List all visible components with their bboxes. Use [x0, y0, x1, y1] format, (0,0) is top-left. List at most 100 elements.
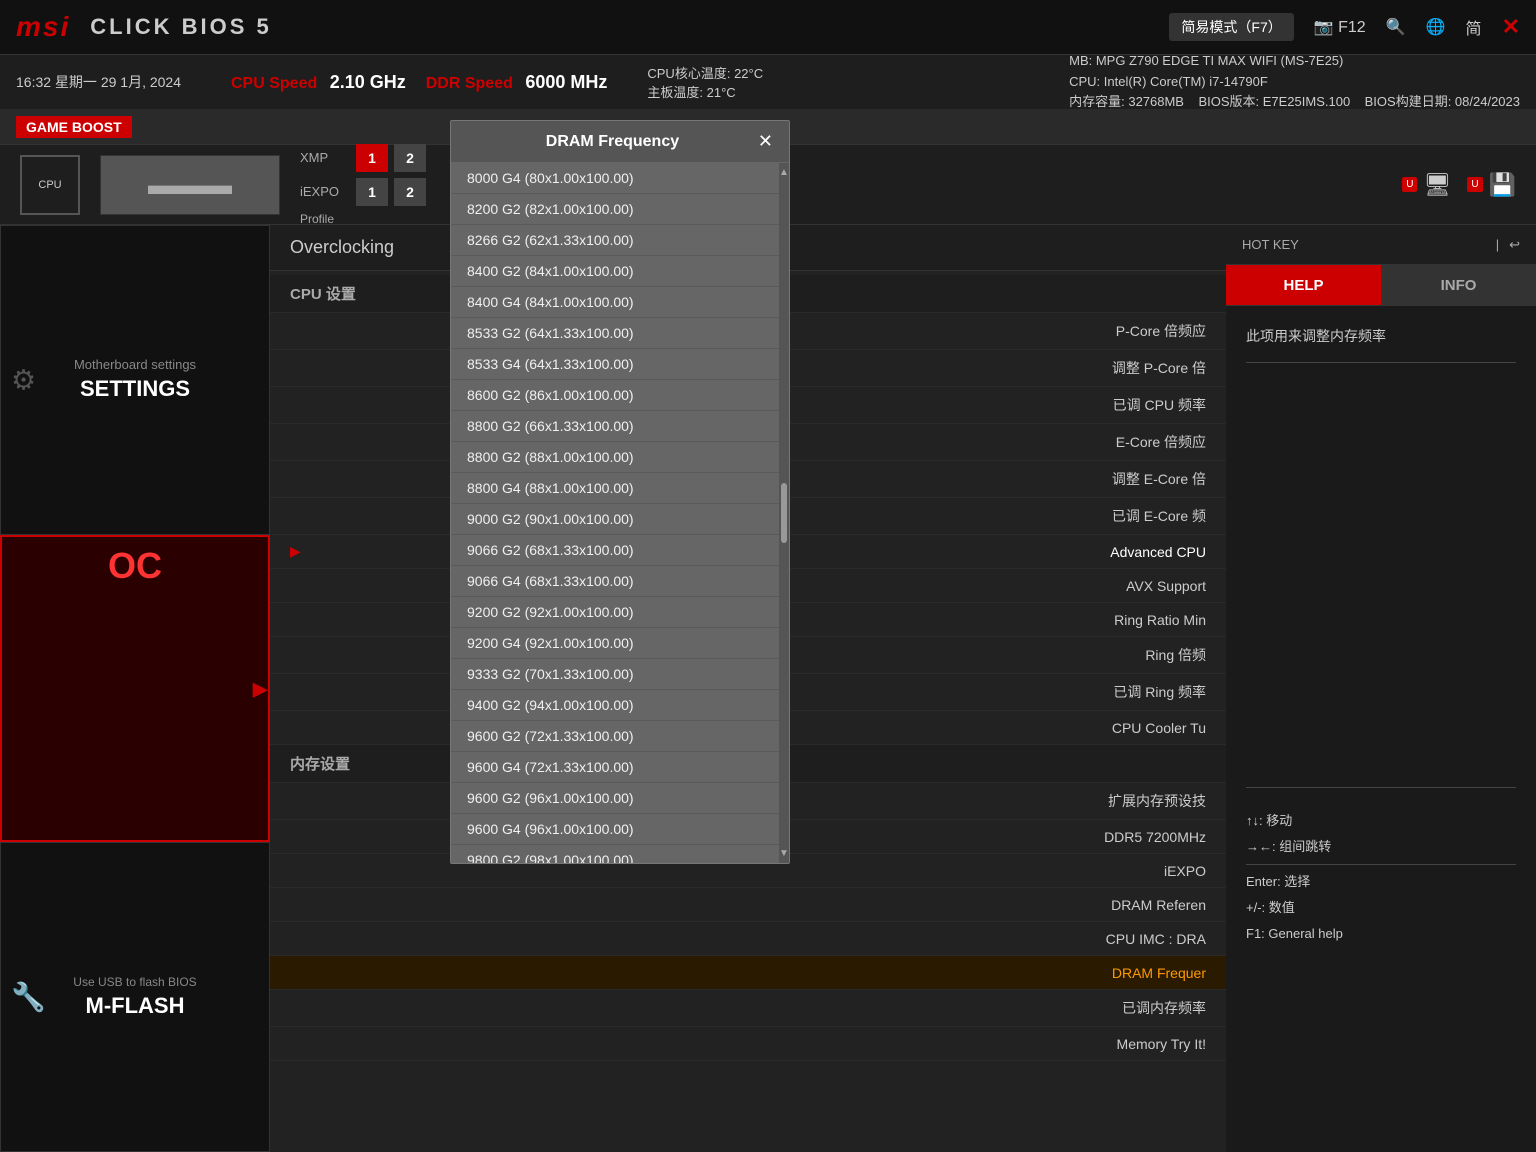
- modal-title: DRAM Frequency: [467, 133, 758, 151]
- key-legend-item: ↑↓: 移动: [1246, 808, 1516, 834]
- screenshot-icon[interactable]: 📷 F12: [1314, 17, 1366, 37]
- usb-badge: U: [1402, 177, 1417, 192]
- top-bar-right: 简易模式（F7） 📷 F12 🔍 🌐 简 ✕: [1169, 13, 1520, 41]
- hot-key-label: HOT KEY: [1242, 237, 1299, 252]
- modal-list[interactable]: 8000 G4 (80x1.00x100.00)8200 G2 (82x1.00…: [451, 163, 779, 863]
- sidebar-oc-arrow: ▶: [253, 676, 268, 701]
- list-item[interactable]: 9200 G4 (92x1.00x100.00): [451, 628, 779, 659]
- list-item[interactable]: 9000 G2 (90x1.00x100.00): [451, 504, 779, 535]
- modal-body: 8000 G4 (80x1.00x100.00)8200 G2 (82x1.00…: [451, 163, 789, 863]
- list-item[interactable]: 9800 G2 (98x1.00x100.00): [451, 845, 779, 863]
- temp-display: CPU核心温度: 22°C 主板温度: 21°C: [647, 63, 763, 101]
- list-item[interactable]: 8600 G2 (86x1.00x100.00): [451, 380, 779, 411]
- list-item[interactable]: 9600 G2 (96x1.00x100.00): [451, 783, 779, 814]
- iexpo-label: iEXPO: [300, 184, 350, 199]
- key-legend-item: F1: General help: [1246, 921, 1516, 947]
- help-info-tabs: HELP INFO: [1226, 265, 1536, 306]
- status-bar: 16:32 星期一 29 1月, 2024 CPU Speed 2.10 GHz…: [0, 55, 1536, 110]
- list-item[interactable]: 8533 G2 (64x1.33x100.00): [451, 318, 779, 349]
- xmp-profile-2[interactable]: 2: [394, 144, 426, 172]
- profile-label: Profile: [300, 212, 426, 226]
- scrollbar-track[interactable]: ▲ ▼: [779, 163, 789, 863]
- sidebar-settings-subtitle: Motherboard settings: [74, 357, 196, 372]
- tab-info[interactable]: INFO: [1381, 265, 1536, 305]
- memory-icon: ▬▬▬: [100, 155, 280, 215]
- list-item[interactable]: 9066 G2 (68x1.33x100.00): [451, 535, 779, 566]
- list-item[interactable]: 8533 G4 (64x1.33x100.00): [451, 349, 779, 380]
- help-space: [1246, 379, 1516, 779]
- help-text: 此项用来调整内存频率: [1246, 326, 1516, 346]
- sidebar-item-oc[interactable]: OC ▶: [0, 535, 270, 843]
- key-legend: ↑↓: 移动→←: 组间跳转 Enter: 选择+/-: 数值F1: Genera…: [1246, 808, 1516, 947]
- hotkey-pipe: |: [1496, 237, 1499, 253]
- ddr-speed-display: DDR Speed 6000 MHz: [426, 72, 608, 93]
- sidebar-flash-subtitle: Use USB to flash BIOS: [73, 975, 196, 989]
- list-item[interactable]: 9600 G4 (72x1.33x100.00): [451, 752, 779, 783]
- sidebar-flash-title: M-FLASH: [86, 993, 185, 1019]
- oc-list-item[interactable]: ▶CPU IMC : DRA: [270, 922, 1226, 956]
- list-item[interactable]: 8266 G2 (62x1.33x100.00): [451, 225, 779, 256]
- cpu-speed-value: 2.10 GHz: [330, 72, 406, 92]
- help-content: 此项用来调整内存频率 ↑↓: 移动→←: 组间跳转 Enter: 选择+/-: 数…: [1226, 306, 1536, 1152]
- simple-mode-button[interactable]: 简易模式（F7）: [1169, 13, 1293, 41]
- system-info: MB: MPG Z790 EDGE TI MAX WIFI (MS-7E25) …: [1069, 51, 1520, 113]
- help-divider: [1246, 362, 1516, 363]
- cpu-speed-label: CPU Speed: [231, 75, 317, 92]
- key-legend-item: Enter: 选择: [1246, 869, 1516, 895]
- left-sidebar: Motherboard settings SETTINGS ⚙ OC ▶ Use…: [0, 225, 270, 1152]
- usb-badge-2: U: [1467, 177, 1482, 192]
- iexpo-row: iEXPO 1 2: [300, 178, 426, 206]
- list-item[interactable]: 9066 G4 (68x1.33x100.00): [451, 566, 779, 597]
- sidebar-item-settings[interactable]: Motherboard settings SETTINGS ⚙: [0, 225, 270, 535]
- search-icon[interactable]: 🔍: [1386, 17, 1406, 37]
- list-item[interactable]: 9600 G2 (72x1.33x100.00): [451, 721, 779, 752]
- list-item[interactable]: 8800 G2 (88x1.00x100.00): [451, 442, 779, 473]
- key-legend-item: →←: 组间跳转: [1246, 834, 1516, 860]
- iexpo-profile-1[interactable]: 1: [356, 178, 388, 206]
- tab-help[interactable]: HELP: [1226, 265, 1381, 305]
- cpu-speed-display: CPU Speed 2.10 GHz: [231, 72, 406, 93]
- list-item[interactable]: 8400 G4 (84x1.00x100.00): [451, 287, 779, 318]
- iexpo-profile-2[interactable]: 2: [394, 178, 426, 206]
- list-item[interactable]: 9600 G4 (96x1.00x100.00): [451, 814, 779, 845]
- sidebar-item-flash[interactable]: Use USB to flash BIOS M-FLASH 🔧: [0, 842, 270, 1152]
- game-boost-label[interactable]: GAME BOOST: [16, 116, 132, 138]
- list-item[interactable]: 9400 G2 (94x1.00x100.00): [451, 690, 779, 721]
- key-legend-item: +/-: 数值: [1246, 895, 1516, 921]
- globe-icon[interactable]: 🌐: [1426, 17, 1446, 37]
- drive-icon: 💾: [1489, 172, 1516, 198]
- top-bar: msi CLICK BIOS 5 简易模式（F7） 📷 F12 🔍 🌐 简 ✕: [0, 0, 1536, 55]
- clock-display: 16:32 星期一 29 1月, 2024: [16, 72, 211, 92]
- list-item[interactable]: 8000 G4 (80x1.00x100.00): [451, 163, 779, 194]
- xmp-label: XMP: [300, 150, 350, 165]
- msi-logo: msi: [16, 11, 70, 43]
- modal-header: DRAM Frequency ✕: [451, 121, 789, 163]
- list-item[interactable]: 8200 G2 (82x1.00x100.00): [451, 194, 779, 225]
- cpu-icon: CPU: [20, 155, 80, 215]
- list-item[interactable]: 8400 G2 (84x1.00x100.00): [451, 256, 779, 287]
- usb-icon: 🖥: [1423, 172, 1451, 198]
- usb-area: U 🖥 U 💾: [1402, 172, 1516, 198]
- app-name: CLICK BIOS 5: [90, 14, 271, 40]
- list-item[interactable]: 9200 G2 (92x1.00x100.00): [451, 597, 779, 628]
- close-button[interactable]: ✕: [1502, 14, 1520, 40]
- list-item[interactable]: 8800 G2 (66x1.33x100.00): [451, 411, 779, 442]
- ddr-speed-label: DDR Speed: [426, 75, 513, 92]
- hotkey-return[interactable]: ↩: [1509, 237, 1520, 253]
- ddr-speed-value: 6000 MHz: [525, 72, 607, 92]
- sidebar-settings-title: SETTINGS: [80, 376, 190, 402]
- modal-close-button[interactable]: ✕: [758, 131, 773, 152]
- key-legend-divider: [1246, 787, 1516, 788]
- list-item[interactable]: 9333 G2 (70x1.33x100.00): [451, 659, 779, 690]
- hot-key-bar: HOT KEY | ↩: [1226, 225, 1536, 265]
- lang-label[interactable]: 简: [1466, 15, 1482, 39]
- xmp-profile-1[interactable]: 1: [356, 144, 388, 172]
- xmp-row: XMP 1 2: [300, 144, 426, 172]
- oc-list-item[interactable]: ▶Memory Try It!: [270, 1027, 1226, 1061]
- oc-list-item[interactable]: ▶DRAM Frequer: [270, 956, 1226, 990]
- oc-list-item[interactable]: ▶已调内存频率: [270, 990, 1226, 1027]
- list-item[interactable]: 8800 G4 (88x1.00x100.00): [451, 473, 779, 504]
- sidebar-oc-title: OC: [108, 545, 162, 587]
- dram-frequency-modal: DRAM Frequency ✕ 8000 G4 (80x1.00x100.00…: [450, 120, 790, 864]
- oc-list-item[interactable]: ▶DRAM Referen: [270, 888, 1226, 922]
